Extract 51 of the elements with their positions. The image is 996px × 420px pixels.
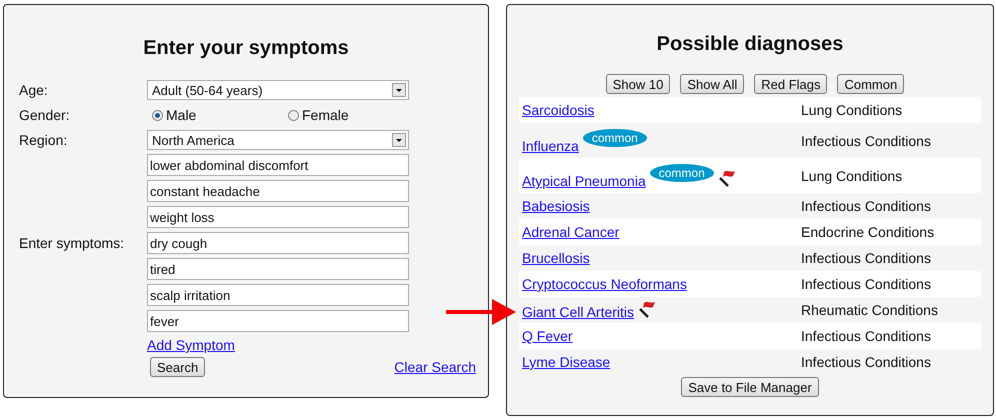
radio-button[interactable] <box>152 110 163 120</box>
radio-option[interactable]: Female <box>283 107 419 123</box>
diagnosis-link[interactable]: Brucellosis <box>522 250 590 266</box>
caret-icon <box>392 133 406 147</box>
radio-option[interactable]: Male <box>147 107 283 123</box>
category-text: Infectious Conditions <box>801 276 931 292</box>
add-symptom-link[interactable]: Add Symptom <box>147 337 235 353</box>
symptom-field[interactable]: dry cough <box>147 232 409 254</box>
category-text: Infectious Conditions <box>801 328 931 344</box>
category-text: Endocrine Conditions <box>801 224 934 240</box>
diagnosis-link[interactable]: Q Fever <box>522 328 573 344</box>
category-text: Infectious Conditions <box>801 198 931 214</box>
category-text: Infectious Conditions <box>801 250 931 266</box>
category-text: Lung Conditions <box>801 168 902 184</box>
diagnosis-link[interactable]: Babesiosis <box>522 198 590 214</box>
filter-button[interactable]: Show 10 <box>606 74 670 94</box>
caret-icon <box>392 83 406 97</box>
filter-button[interactable]: Show All <box>680 74 744 94</box>
clear-search-link[interactable]: Clear Search <box>394 359 476 375</box>
diagnosis-link[interactable]: Influenza <box>522 138 579 154</box>
symptom-field[interactable]: tired <box>147 258 409 280</box>
search-button[interactable]: Search <box>150 357 206 377</box>
dropdown[interactable]: North America <box>147 130 409 150</box>
diagnosis-link[interactable]: Sarcoidosis <box>522 102 594 118</box>
symptom-field[interactable]: fever <box>147 310 409 332</box>
panel-title: Possible diagnoses <box>656 33 844 56</box>
category-text: Infectious Conditions <box>801 132 931 148</box>
category-text: Infectious Conditions <box>801 354 931 370</box>
diagnosis-link[interactable]: Giant Cell Arteritis <box>522 304 634 320</box>
symptom-field[interactable]: scalp irritation <box>147 284 409 306</box>
category-text: Rheumatic Conditions <box>801 302 938 318</box>
field-label: Age: <box>18 82 49 98</box>
filter-button[interactable]: Common <box>837 74 904 94</box>
filter-button[interactable]: Red Flags <box>754 74 828 94</box>
field-label: Enter symptoms: <box>18 235 126 251</box>
common-badge: common <box>650 164 714 182</box>
diagnosis-link[interactable]: Lyme Disease <box>522 354 610 370</box>
field-label: Region: <box>18 132 68 148</box>
diagnosis-link[interactable]: Atypical Pneumonia <box>522 173 646 189</box>
symptom-field[interactable]: weight loss <box>147 206 409 228</box>
panel-title: Enter your symptoms <box>142 37 350 60</box>
dropdown[interactable]: Adult (50-64 years) <box>147 80 409 100</box>
diagnosis-link[interactable]: Cryptococcus Neoformans <box>522 276 687 292</box>
category-text: Lung Conditions <box>801 102 902 118</box>
symptom-field[interactable]: lower abdominal discomfort <box>147 154 409 176</box>
common-badge: common <box>582 129 647 147</box>
radio-button[interactable] <box>288 110 299 120</box>
save-button[interactable]: Save to File Manager <box>681 377 819 397</box>
diagnosis-link[interactable]: Adrenal Cancer <box>522 224 620 240</box>
field-label: Gender: <box>18 107 71 123</box>
symptom-field[interactable]: constant headache <box>147 180 409 202</box>
